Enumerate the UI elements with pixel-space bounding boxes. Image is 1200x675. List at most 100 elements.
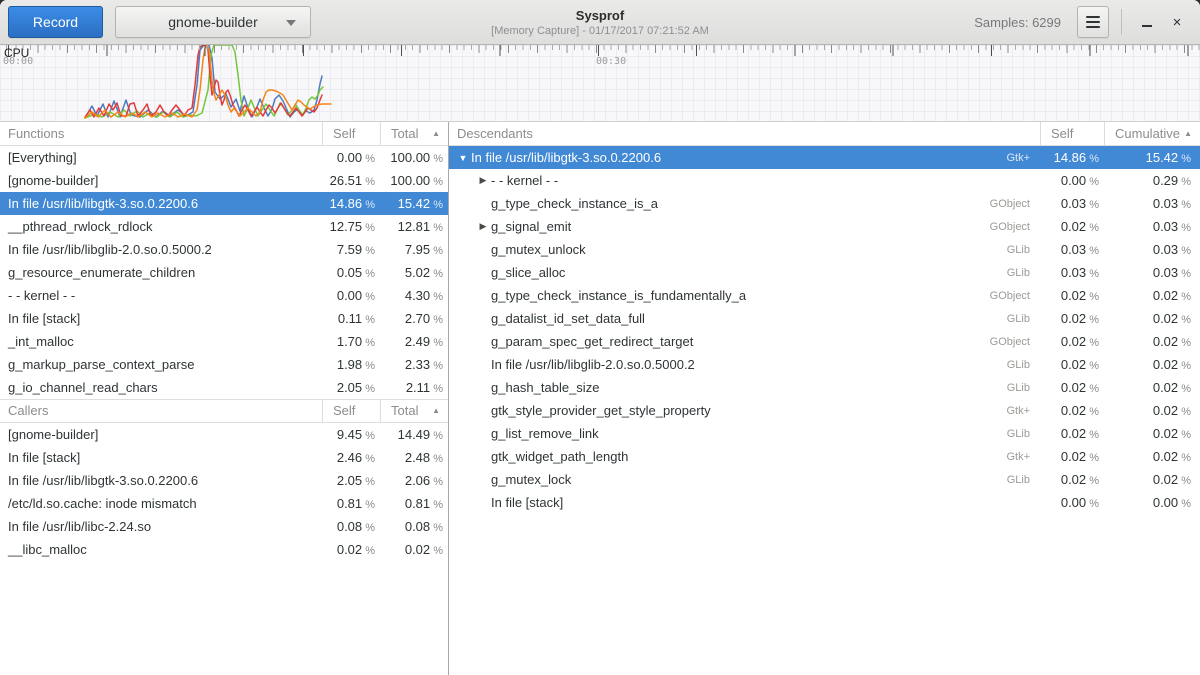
column-header-callers[interactable]: Callers xyxy=(0,399,322,423)
functions-pane: Functions Self Total ▲ [Everything]0.00 … xyxy=(0,122,449,675)
self-value: 7.59 % xyxy=(322,242,380,257)
column-header-self[interactable]: Self xyxy=(322,399,380,423)
self-value-number: 0.02 xyxy=(337,542,362,557)
row-name-cell: [gnome-builder] xyxy=(0,173,322,188)
table-row[interactable]: g_type_check_instance_is_aGObject0.03 %0… xyxy=(449,192,1200,215)
table-row[interactable]: ▼In file /usr/lib/libgtk-3.so.0.2200.6Gt… xyxy=(449,146,1200,169)
percent-sign: % xyxy=(362,337,375,349)
table-row[interactable]: g_markup_parse_context_parse1.98 %2.33 % xyxy=(0,353,448,376)
collapsed-expander-icon[interactable]: ▶ xyxy=(475,175,491,186)
table-row[interactable]: In file /usr/lib/libc-2.24.so0.08 %0.08 … xyxy=(0,515,448,538)
window-title: Sysprof xyxy=(576,8,624,24)
table-row[interactable]: _int_malloc1.70 %2.49 % xyxy=(0,330,448,353)
row-name-cell: In file [stack] xyxy=(0,311,322,326)
table-row[interactable]: - - kernel - -0.00 %4.30 % xyxy=(0,284,448,307)
self-value-number: 0.03 xyxy=(1061,265,1086,280)
minimize-button[interactable] xyxy=(1132,7,1162,37)
percent-sign: % xyxy=(430,545,443,557)
column-header-self[interactable]: Self xyxy=(1040,122,1104,146)
self-value: 2.05 % xyxy=(322,473,380,488)
total-value-number: 14.49 xyxy=(398,427,431,442)
table-row[interactable]: g_slice_allocGLib0.03 %0.03 % xyxy=(449,261,1200,284)
percent-sign: % xyxy=(430,522,443,534)
cumulative-value-number: 0.02 xyxy=(1153,426,1178,441)
row-label: g_hash_table_size xyxy=(491,380,599,395)
row-label: g_mutex_unlock xyxy=(491,242,586,257)
column-header-functions[interactable]: Functions xyxy=(0,122,322,146)
percent-sign: % xyxy=(1178,314,1191,326)
category-badge: GLib xyxy=(1007,382,1040,394)
table-row[interactable]: g_resource_enumerate_children0.05 %5.02 … xyxy=(0,261,448,284)
column-header-total[interactable]: Total ▲ xyxy=(380,399,448,423)
table-row[interactable]: /etc/ld.so.cache: inode mismatch0.81 %0.… xyxy=(0,492,448,515)
table-row[interactable]: In file [stack]0.11 %2.70 % xyxy=(0,307,448,330)
self-value: 0.00 % xyxy=(1040,495,1104,510)
table-row[interactable]: [Everything]0.00 %100.00 % xyxy=(0,146,448,169)
process-selector[interactable]: gnome-builder xyxy=(115,6,311,38)
table-row[interactable]: In file /usr/lib/libglib-2.0.so.0.5000.2… xyxy=(0,238,448,261)
row-label: In file /usr/lib/libglib-2.0.so.0.5000.2 xyxy=(491,357,695,372)
column-header-descendants[interactable]: Descendants xyxy=(449,122,1040,146)
self-value-number: 0.08 xyxy=(337,519,362,534)
self-value-number: 0.02 xyxy=(1061,380,1086,395)
table-row[interactable]: In file /usr/lib/libgtk-3.so.0.2200.614.… xyxy=(0,192,448,215)
table-row[interactable]: [gnome-builder]9.45 %14.49 % xyxy=(0,423,448,446)
table-row[interactable]: g_list_remove_linkGLib0.02 %0.02 % xyxy=(449,422,1200,445)
row-name-cell: _int_malloc xyxy=(0,334,322,349)
row-label: In file /usr/lib/libc-2.24.so xyxy=(8,519,151,534)
headerbar-separator xyxy=(1121,9,1122,35)
percent-sign: % xyxy=(362,383,375,395)
table-row[interactable]: ▶- - kernel - -0.00 %0.29 % xyxy=(449,169,1200,192)
column-header-self[interactable]: Self xyxy=(322,122,380,146)
table-row[interactable]: g_type_check_instance_is_fundamentally_a… xyxy=(449,284,1200,307)
self-value-number: 0.02 xyxy=(1061,288,1086,303)
cumulative-value: 0.02 % xyxy=(1104,334,1200,349)
column-header-total[interactable]: Total ▲ xyxy=(380,122,448,146)
row-name-cell: g_type_check_instance_is_aGObject xyxy=(449,196,1040,211)
row-label: g_list_remove_link xyxy=(491,426,599,441)
cpu-timeline[interactable]: CPU 00:00 00:30 xyxy=(0,45,1200,122)
cumulative-value-number: 0.03 xyxy=(1153,219,1178,234)
total-value: 2.70 % xyxy=(380,311,448,326)
record-button[interactable]: Record xyxy=(8,6,103,38)
total-value-number: 100.00 xyxy=(390,173,430,188)
percent-sign: % xyxy=(1086,176,1099,188)
table-row[interactable]: In file /usr/lib/libgtk-3.so.0.2200.62.0… xyxy=(0,469,448,492)
category-badge: Gtk+ xyxy=(1006,152,1040,164)
table-row[interactable]: g_param_spec_get_redirect_targetGObject0… xyxy=(449,330,1200,353)
table-row[interactable]: ▶g_signal_emitGObject0.02 %0.03 % xyxy=(449,215,1200,238)
table-row[interactable]: g_io_channel_read_chars2.05 %2.11 % xyxy=(0,376,448,399)
table-row[interactable]: In file /usr/lib/libglib-2.0.so.0.5000.2… xyxy=(449,353,1200,376)
row-label: g_markup_parse_context_parse xyxy=(8,357,194,372)
table-row[interactable]: In file [stack]2.46 %2.48 % xyxy=(0,446,448,469)
expanded-expander-icon[interactable]: ▼ xyxy=(455,153,471,163)
table-row[interactable]: g_hash_table_sizeGLib0.02 %0.02 % xyxy=(449,376,1200,399)
self-value-number: 12.75 xyxy=(330,219,363,234)
close-button[interactable]: × xyxy=(1162,7,1192,37)
self-value-number: 0.02 xyxy=(1061,311,1086,326)
row-label: __pthread_rwlock_rdlock xyxy=(8,219,153,234)
table-row[interactable]: g_mutex_lockGLib0.02 %0.02 % xyxy=(449,468,1200,491)
percent-sign: % xyxy=(1178,337,1191,349)
table-row[interactable]: In file [stack]0.00 %0.00 % xyxy=(449,491,1200,514)
percent-sign: % xyxy=(1086,153,1099,165)
table-row[interactable]: __libc_malloc0.02 %0.02 % xyxy=(0,538,448,561)
table-row[interactable]: gtk_widget_path_lengthGtk+0.02 %0.02 % xyxy=(449,445,1200,468)
self-value-number: 0.02 xyxy=(1061,449,1086,464)
collapsed-expander-icon[interactable]: ▶ xyxy=(475,221,491,232)
row-name-cell: g_mutex_lockGLib xyxy=(449,472,1040,487)
table-row[interactable]: __pthread_rwlock_rdlock12.75 %12.81 % xyxy=(0,215,448,238)
row-name-cell: g_hash_table_size GLib xyxy=(449,380,1040,395)
self-value: 0.03 % xyxy=(1040,265,1104,280)
self-value-number: 0.02 xyxy=(1061,334,1086,349)
table-row[interactable]: g_datalist_id_set_data_fullGLib0.02 %0.0… xyxy=(449,307,1200,330)
menu-button[interactable] xyxy=(1077,6,1109,38)
cumulative-value: 0.02 % xyxy=(1104,449,1200,464)
column-header-cumulative[interactable]: Cumulative ▲ xyxy=(1104,122,1200,146)
table-row[interactable]: [gnome-builder]26.51 %100.00 % xyxy=(0,169,448,192)
total-value: 2.48 % xyxy=(380,450,448,465)
total-value: 14.49 % xyxy=(380,427,448,442)
table-row[interactable]: g_mutex_unlockGLib0.03 %0.03 % xyxy=(449,238,1200,261)
table-row[interactable]: gtk_style_provider_get_style_propertyGtk… xyxy=(449,399,1200,422)
row-name-cell: In file /usr/lib/libgtk-3.so.0.2200.6 xyxy=(0,196,322,211)
